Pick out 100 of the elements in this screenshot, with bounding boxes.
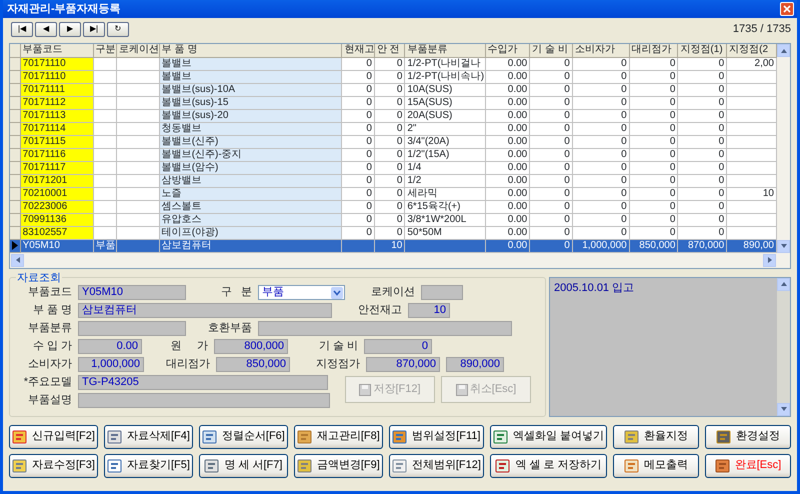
action-button[interactable]: 엑 셀 로 저장하기 [490, 454, 607, 478]
column-header[interactable]: 부품분류 [404, 44, 486, 57]
column-header[interactable]: 로케이션 [116, 44, 160, 57]
action-button[interactable]: 자료삭제[F4] [104, 424, 193, 448]
number-cell: 0 [366, 174, 372, 186]
number-cell: 0 [366, 110, 372, 120]
table-row[interactable]: 70171110 볼밸브 0 0 1/2-PT(나비걸나 0.00 0 0 0 0 2,00 [10, 57, 776, 70]
input-field[interactable]: Y05M10 [78, 285, 186, 300]
number-cell: 0 [366, 84, 372, 94]
column-header[interactable]: 기 술 비 [530, 44, 572, 57]
arrow-down-icon [780, 242, 788, 250]
nav-button[interactable]: ◀ [35, 22, 57, 36]
input-field[interactable]: 10 [408, 303, 450, 318]
action-button[interactable]: 환율지정 [612, 424, 699, 448]
column-header[interactable]: 안 전 [374, 44, 405, 57]
input-field[interactable]: 삼보컴퓨터 [78, 303, 332, 318]
action-button[interactable]: 명 세 서[F7] [198, 454, 288, 478]
dropdown[interactable]: 부품 [258, 285, 345, 300]
table-row[interactable]: Y05M10 부품 삼보컴퓨터 10 0.00 0 1,000,000 850,000 870,000 890,00 [10, 239, 776, 252]
nav-button[interactable]: ↻ [107, 22, 129, 36]
table-row[interactable]: 70171201 삼방밸브 0 0 1/2 0.00 0 0 0 0 [10, 174, 776, 187]
table-row[interactable]: 70171117 볼밸브(암수) 0 0 1/4 0.00 0 0 0 0 [10, 161, 776, 174]
table-row[interactable]: 70210001 노즐 0 0 세라믹 0.00 0 0 0 0 10 [10, 187, 776, 200]
number-cell: 0 [564, 58, 570, 68]
table-row[interactable]: 70171116 볼밸브(신주)-중지 0 0 1/2"(15A) 0.00 0 0 0 0 [10, 148, 776, 161]
column-header[interactable]: 부 품 명 [159, 44, 342, 57]
close-button[interactable] [780, 2, 794, 16]
scroll-up-button[interactable] [777, 278, 790, 290]
table-cell: 세라믹 [407, 188, 438, 198]
table-row[interactable]: 70171113 볼밸브(sus)-20 0 0 20A(SUS) 0.00 0 0 0 0 [10, 109, 776, 122]
scroll-down-button[interactable] [777, 240, 790, 252]
input-field[interactable] [421, 285, 463, 300]
nav-button[interactable]: ▶| [83, 22, 105, 36]
column-header[interactable]: 구분 [93, 44, 117, 57]
memo-field[interactable]: 2005.10.01 입고 [549, 276, 791, 416]
action-button[interactable]: 환경설정 [704, 424, 791, 448]
number-cell: 0 [718, 110, 724, 120]
field-label: 구 분 [220, 285, 253, 300]
number-cell: 0 [564, 188, 570, 198]
number-cell: 0 [396, 188, 402, 198]
table-row[interactable]: 70223006 셈스볼트 0 0 6*15육각(+) 0.00 0 0 0 0 [10, 200, 776, 213]
input-field[interactable]: 890,000 [446, 357, 504, 372]
scroll-up-button[interactable] [777, 44, 790, 57]
column-header[interactable]: 수입가 [485, 44, 530, 57]
number-cell: 0 [564, 148, 570, 160]
number-cell: 0 [718, 200, 724, 212]
action-button[interactable]: 완료[Esc] [704, 454, 791, 478]
action-button[interactable]: 전체범위[F12] [388, 454, 484, 478]
table-row[interactable]: 70171110 볼밸브 0 0 1/2-PT(나비속나) 0.00 0 0 0 0 [10, 70, 776, 83]
input-field[interactable]: 800,000 [214, 339, 288, 354]
number-cell: 0 [396, 96, 402, 108]
table-row[interactable]: 70171111 볼밸브(sus)-10A 0 0 10A(SUS) 0.00 0 0 0 0 [10, 83, 776, 96]
nav-button[interactable]: |◀ [11, 22, 33, 36]
input-field[interactable] [258, 321, 512, 336]
number-cell: 0 [670, 136, 676, 146]
action-button[interactable]: 금액변경[F9] [294, 454, 383, 478]
action-button[interactable]: 범위설정[F11] [388, 424, 484, 448]
scroll-left-button[interactable] [11, 254, 24, 266]
column-header[interactable]: 부품코드 [20, 44, 94, 57]
column-header[interactable]: 대리점가 [629, 44, 678, 57]
action-button[interactable]: 재고관리[F8] [294, 424, 383, 448]
input-field[interactable] [78, 393, 330, 408]
action-button[interactable]: 정렬순서[F6] [198, 424, 288, 448]
table-cell: 6*15육각(+) [407, 200, 460, 212]
table-row[interactable]: 70991136 유압호스 0 0 3/8*1W*200L 0.00 0 0 0 0 [10, 213, 776, 226]
input-field[interactable]: 0 [364, 339, 432, 354]
field-label: 부품분류 [27, 321, 73, 336]
input-field[interactable]: 850,000 [216, 357, 290, 372]
column-header[interactable]: 소비자가 [572, 44, 630, 57]
column-header[interactable]: 지정점(1) [678, 44, 727, 57]
table-cell: 70171114 [22, 122, 66, 134]
input-field[interactable] [78, 321, 186, 336]
action-button[interactable]: 자료수정[F3] [9, 454, 98, 478]
table-row[interactable]: 70171114 청동밸브 0 0 2" 0.00 0 0 0 0 [10, 122, 776, 135]
action-button[interactable]: 엑셀화일 붙여넣기 [490, 424, 607, 448]
table-cell: 10A(SUS) [407, 84, 452, 94]
number-cell: 0 [366, 214, 372, 224]
document-icon [12, 458, 28, 474]
number-cell: 0.00 [508, 84, 528, 94]
column-header[interactable]: 현재고 [342, 44, 374, 57]
table-row[interactable]: 83102557 테이프(야광) 0 0 50*50M 0.00 0 0 0 0 [10, 226, 776, 239]
input-field[interactable]: 0.00 [78, 339, 142, 354]
input-field[interactable]: TG-P43205 [78, 375, 328, 390]
table-row[interactable]: 70171115 볼밸브(신주) 0 0 3/4"(20A) 0.00 0 0 0 0 [10, 135, 776, 148]
number-cell: 0 [564, 214, 570, 224]
input-field[interactable]: 1,000,000 [78, 357, 144, 372]
column-header[interactable]: 지정점(2 [726, 44, 776, 57]
input-field[interactable]: 870,000 [366, 357, 440, 372]
field-label: 부 품 명 [32, 303, 73, 318]
action-button[interactable]: 자료찾기[F5] [104, 454, 193, 478]
scroll-right-button[interactable] [763, 254, 776, 266]
number-cell: 0 [621, 214, 627, 224]
action-button[interactable]: 신규입력[F2] [9, 424, 98, 448]
table-cell: 볼밸브(암수) [162, 162, 218, 172]
nav-button[interactable]: ▶ [59, 22, 81, 36]
table-row[interactable]: 70171112 볼밸브(sus)-15 0 0 15A(SUS) 0.00 0 0 0 0 [10, 96, 776, 109]
action-button[interactable]: 메모출력 [612, 454, 699, 478]
scroll-down-button[interactable] [777, 402, 790, 416]
number-cell: 0 [396, 226, 402, 238]
record-count: 1735 / 1735 [732, 22, 791, 37]
